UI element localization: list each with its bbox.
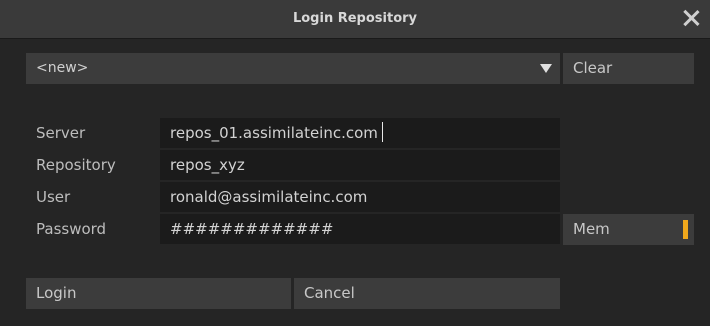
- profile-select[interactable]: <new>: [26, 53, 560, 84]
- dialog-title: Login Repository: [292, 11, 418, 26]
- mem-indicator: [683, 220, 688, 239]
- profile-select-value: <new>: [36, 60, 89, 76]
- repository-field[interactable]: repos_xyz: [160, 150, 560, 180]
- server-label: Server: [36, 124, 86, 142]
- server-field[interactable]: repos_01.assimilateinc.com: [160, 118, 560, 148]
- chevron-down-icon[interactable]: [540, 64, 552, 73]
- title-bar: Login Repository: [0, 0, 710, 39]
- clear-button[interactable]: Clear: [563, 53, 694, 84]
- mem-label: Mem: [573, 220, 610, 238]
- cancel-button[interactable]: Cancel: [294, 278, 560, 309]
- user-label: User: [36, 188, 71, 206]
- server-value: repos_01.assimilateinc.com: [170, 124, 378, 142]
- login-repository-dialog: Login Repository <new> Clear Server repo…: [0, 0, 710, 326]
- user-field[interactable]: ronald@assimilateinc.com: [160, 182, 560, 212]
- close-icon[interactable]: [680, 6, 702, 30]
- text-caret: [381, 122, 384, 142]
- login-button[interactable]: Login: [26, 278, 291, 309]
- repository-label: Repository: [36, 156, 116, 174]
- password-field[interactable]: #############: [160, 214, 560, 244]
- mem-toggle-button[interactable]: Mem: [563, 214, 694, 245]
- password-label: Password: [36, 220, 107, 238]
